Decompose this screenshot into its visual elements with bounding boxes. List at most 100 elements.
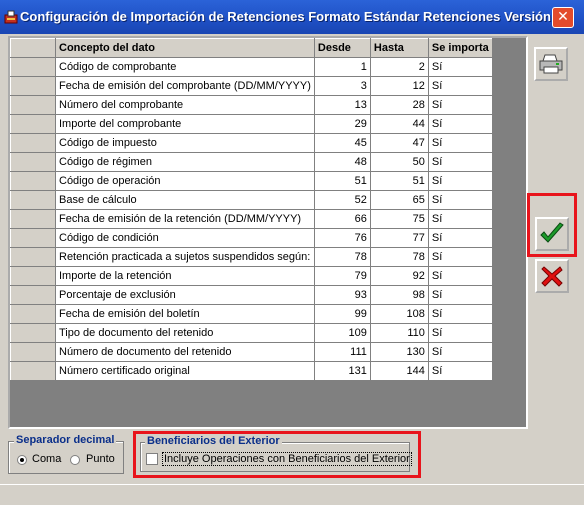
table-row[interactable]: Número de documento del retenido 111 130 Sí [10, 342, 493, 362]
cell-concepto[interactable]: Número certificado original [55, 361, 315, 381]
table-row[interactable]: Código de comprobante 1 2 Sí [10, 57, 493, 77]
cell-desde[interactable]: 3 [313, 76, 371, 96]
table-row[interactable]: Porcentaje de exclusión 93 98 Sí [10, 285, 493, 305]
table-row[interactable]: Tipo de documento del retenido 109 110 Sí [10, 323, 493, 343]
cell-hasta[interactable]: 47 [369, 133, 429, 153]
cell-concepto[interactable]: Porcentaje de exclusión [55, 285, 315, 305]
cell-hasta[interactable]: 110 [369, 323, 429, 343]
row-selector[interactable] [10, 342, 56, 362]
cell-se-importa[interactable]: Sí [427, 247, 493, 267]
header-desde[interactable]: Desde [313, 38, 371, 58]
row-selector[interactable] [10, 266, 56, 286]
accept-button[interactable] [535, 217, 569, 251]
cell-concepto[interactable]: Número de documento del retenido [55, 342, 315, 362]
cell-hasta[interactable]: 108 [369, 304, 429, 324]
cell-se-importa[interactable]: Sí [427, 323, 493, 343]
cell-desde[interactable]: 99 [313, 304, 371, 324]
cell-desde[interactable]: 45 [313, 133, 371, 153]
row-selector[interactable] [10, 228, 56, 248]
cell-concepto[interactable]: Fecha de emisión del boletín [55, 304, 315, 324]
cell-desde[interactable]: 29 [313, 114, 371, 134]
cell-desde[interactable]: 111 [313, 342, 371, 362]
beneficiarios-checkbox[interactable] [146, 453, 158, 465]
cell-desde[interactable]: 52 [313, 190, 371, 210]
table-row[interactable]: Código de condición 76 77 Sí [10, 228, 493, 248]
cell-hasta[interactable]: 2 [369, 57, 429, 77]
header-hasta[interactable]: Hasta [369, 38, 429, 58]
row-selector[interactable] [10, 247, 56, 267]
table-row[interactable]: Importe de la retención 79 92 Sí [10, 266, 493, 286]
radio-punto-label[interactable]: Punto [86, 453, 115, 465]
cell-se-importa[interactable]: Sí [427, 190, 493, 210]
table-row[interactable]: Código de impuesto 45 47 Sí [10, 133, 493, 153]
row-selector[interactable] [10, 76, 56, 96]
row-selector[interactable] [10, 171, 56, 191]
row-selector[interactable] [10, 57, 56, 77]
cell-desde[interactable]: 1 [313, 57, 371, 77]
cell-concepto[interactable]: Retención practicada a sujetos suspendid… [55, 247, 315, 267]
cell-desde[interactable]: 78 [313, 247, 371, 267]
cell-se-importa[interactable]: Sí [427, 57, 493, 77]
cell-se-importa[interactable]: Sí [427, 361, 493, 381]
import-config-grid[interactable]: Concepto del dato Desde Hasta Se importa… [8, 36, 528, 429]
cell-hasta[interactable]: 92 [369, 266, 429, 286]
cell-desde[interactable]: 51 [313, 171, 371, 191]
cell-hasta[interactable]: 75 [369, 209, 429, 229]
cell-concepto[interactable]: Código de condición [55, 228, 315, 248]
cell-se-importa[interactable]: Sí [427, 266, 493, 286]
cell-concepto[interactable]: Código de régimen [55, 152, 315, 172]
cell-hasta[interactable]: 78 [369, 247, 429, 267]
table-row[interactable]: Código de operación 51 51 Sí [10, 171, 493, 191]
cell-hasta[interactable]: 77 [369, 228, 429, 248]
cell-concepto[interactable]: Código de operación [55, 171, 315, 191]
table-row[interactable]: Base de cálculo 52 65 Sí [10, 190, 493, 210]
cell-desde[interactable]: 79 [313, 266, 371, 286]
cell-concepto[interactable]: Importe de la retención [55, 266, 315, 286]
cell-desde[interactable]: 109 [313, 323, 371, 343]
cell-hasta[interactable]: 144 [369, 361, 429, 381]
print-button[interactable] [534, 47, 568, 81]
row-selector[interactable] [10, 304, 56, 324]
cell-hasta[interactable]: 44 [369, 114, 429, 134]
cell-hasta[interactable]: 130 [369, 342, 429, 362]
cell-se-importa[interactable]: Sí [427, 228, 493, 248]
table-row[interactable]: Número certificado original 131 144 Sí [10, 361, 493, 381]
cell-se-importa[interactable]: Sí [427, 152, 493, 172]
cell-hasta[interactable]: 28 [369, 95, 429, 115]
table-row[interactable]: Fecha de emisión del comprobante (DD/MM/… [10, 76, 493, 96]
cell-concepto[interactable]: Importe del comprobante [55, 114, 315, 134]
cell-se-importa[interactable]: Sí [427, 114, 493, 134]
close-button[interactable]: ✕ [552, 7, 574, 28]
row-selector[interactable] [10, 361, 56, 381]
cell-se-importa[interactable]: Sí [427, 304, 493, 324]
row-selector[interactable] [10, 152, 56, 172]
cell-concepto[interactable]: Fecha de emisión del comprobante (DD/MM/… [55, 76, 315, 96]
beneficiarios-checkbox-label[interactable]: Incluye Operaciones con Beneficiarios de… [162, 452, 412, 466]
cell-concepto[interactable]: Código de comprobante [55, 57, 315, 77]
cell-se-importa[interactable]: Sí [427, 133, 493, 153]
cell-se-importa[interactable]: Sí [427, 76, 493, 96]
row-selector[interactable] [10, 285, 56, 305]
cell-hasta[interactable]: 51 [369, 171, 429, 191]
row-selector[interactable] [10, 209, 56, 229]
cell-se-importa[interactable]: Sí [427, 95, 493, 115]
header-se-importa[interactable]: Se importa [427, 38, 493, 58]
cell-hasta[interactable]: 50 [369, 152, 429, 172]
cell-concepto[interactable]: Código de impuesto [55, 133, 315, 153]
table-row[interactable]: Número del comprobante 13 28 Sí [10, 95, 493, 115]
radio-punto[interactable] [70, 455, 80, 465]
table-row[interactable]: Retención practicada a sujetos suspendid… [10, 247, 493, 267]
row-selector[interactable] [10, 323, 56, 343]
cell-desde[interactable]: 76 [313, 228, 371, 248]
cell-hasta[interactable]: 98 [369, 285, 429, 305]
cell-concepto[interactable]: Base de cálculo [55, 190, 315, 210]
cell-concepto[interactable]: Fecha de emisión de la retención (DD/MM/… [55, 209, 315, 229]
cell-concepto[interactable]: Tipo de documento del retenido [55, 323, 315, 343]
cell-se-importa[interactable]: Sí [427, 171, 493, 191]
radio-coma-label[interactable]: Coma [32, 453, 61, 465]
header-concepto[interactable]: Concepto del dato [55, 38, 315, 58]
cell-desde[interactable]: 48 [313, 152, 371, 172]
cell-desde[interactable]: 66 [313, 209, 371, 229]
cell-desde[interactable]: 13 [313, 95, 371, 115]
cell-concepto[interactable]: Número del comprobante [55, 95, 315, 115]
